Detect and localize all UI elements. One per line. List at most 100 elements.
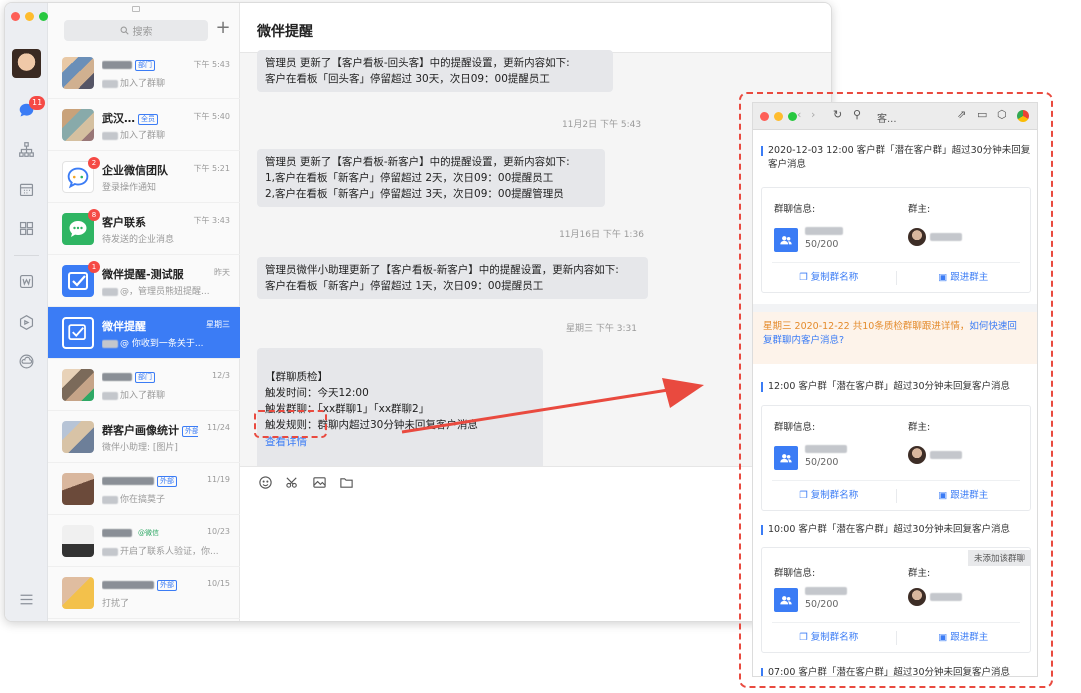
unread-badge: 2 — [88, 157, 100, 169]
chat-avatar — [62, 577, 94, 609]
card-actions: ❐ 复制群名称 ▣ 跟进群主 — [762, 268, 1030, 288]
chat-list-item[interactable]: 外部 你在搞莫子 11/19 — [48, 463, 240, 515]
link-icon[interactable]: ⚲ — [853, 108, 861, 121]
chat-list-item[interactable]: 2 企业微信团队 登录操作通知 下午 5:21 — [48, 151, 240, 203]
search-placeholder: 搜索 — [132, 27, 153, 38]
chat-name: 部门 — [102, 58, 198, 71]
close-window-button[interactable] — [11, 12, 20, 21]
cloud-drive-icon[interactable] — [16, 351, 37, 372]
chat-name-text: 客户联系 — [102, 216, 146, 229]
unread-badge: 1 — [88, 261, 100, 273]
redacted-sender — [102, 339, 118, 348]
chat-preview-text: 开启了联系人验证，你... — [120, 547, 219, 557]
copy-group-name-button[interactable]: ❐ 复制群名称 — [762, 268, 896, 288]
chat-preview: 待发送的企业消息 — [102, 232, 230, 245]
chat-preview-text: 加入了群聊 — [120, 391, 166, 401]
not-joined-badge: 未添加该群聊 — [967, 550, 1031, 566]
chat-list-item[interactable]: 武汉… 全员 加入了群聊 下午 5:40 — [48, 99, 240, 151]
card-divider — [772, 622, 1020, 623]
webview-window-controls — [760, 112, 797, 121]
copy-label: 复制群名称 — [810, 632, 859, 643]
emoji-icon[interactable] — [258, 475, 273, 490]
minimize-window-button[interactable] — [25, 12, 34, 21]
chat-time: 10/15 — [206, 579, 230, 588]
chat-time: 10/23 — [206, 527, 230, 536]
chat-preview-text: 待发送的企业消息 — [102, 235, 175, 245]
chat-name-text: 企业微信团队 — [102, 164, 168, 177]
chat-preview-text: @，管理员熊妞提醒... — [120, 287, 210, 297]
chat-list-item[interactable]: 部门 加入了群聊 12/3 — [48, 359, 240, 411]
redacted-name — [102, 373, 132, 381]
doc-w-icon[interactable] — [16, 271, 37, 292]
redacted-name — [102, 477, 154, 485]
follow-owner-button[interactable]: ▣ 跟进群主 — [897, 628, 1031, 648]
chat-name: 武汉… 全员 — [102, 110, 198, 126]
chat-preview-text: 加入了群聊 — [120, 79, 166, 89]
group-name-redacted — [805, 445, 847, 453]
follow-owner-button[interactable]: ▣ 跟进群主 — [897, 486, 1031, 506]
image-icon[interactable] — [312, 475, 327, 490]
redacted-sender — [102, 287, 118, 296]
owner-avatar — [908, 588, 926, 606]
zoom-window-button[interactable] — [39, 12, 48, 21]
chat-time: 12/3 — [212, 371, 230, 380]
owner-label: 群主: — [908, 568, 931, 579]
comment-icon[interactable]: ▭ — [977, 108, 987, 121]
add-button[interactable]: + — [214, 17, 232, 39]
chat-name: @微信 — [102, 526, 198, 539]
redacted-name — [102, 529, 132, 537]
chat-preview: 你在搞莫子 — [102, 492, 230, 505]
redacted-sender — [102, 547, 118, 556]
minimize-window-button[interactable] — [774, 112, 783, 121]
cube-icon[interactable]: ⬡ — [997, 108, 1007, 121]
chat-preview: 登录操作通知 — [102, 180, 230, 193]
close-window-button[interactable] — [760, 112, 769, 121]
message-bubble: 管理员 更新了【客户看板-新客户】中的提醒设置，更新内容如下: 1,客户在看板「… — [257, 149, 605, 207]
group-info-label: 群聊信息: — [774, 204, 816, 215]
folder-icon[interactable] — [339, 475, 354, 490]
alert-text: 12:00 客户群「潜在客户群」超过30分钟未回复客户消息 — [761, 380, 1031, 394]
chat-preview: 加入了群聊 — [102, 128, 230, 141]
calendar-icon[interactable] — [16, 179, 37, 200]
chat-preview: @ 你收到一条关于... — [102, 336, 230, 349]
chat-list-item[interactable]: 外部 打扰了 10/15 — [48, 567, 240, 619]
back-icon[interactable]: ‹ — [797, 108, 801, 121]
group-name-redacted — [805, 587, 847, 595]
group-info-label: 群聊信息: — [774, 422, 816, 433]
notice-text: 星期三 2020-12-22 共10条质检群聊跟进详情，如何快速回复群聊内客户消… — [763, 320, 1025, 348]
card-actions: ❐ 复制群名称 ▣ 跟进群主 — [762, 628, 1030, 648]
forward-icon[interactable]: › — [811, 108, 815, 121]
chat-list-item[interactable]: 部门 加入了群聊 下午 5:43 — [48, 47, 240, 99]
alert-text: 10:00 客户群「潜在客户群」超过30分钟未回复客户消息 — [761, 523, 1031, 537]
chat-list-item[interactable]: @微信开启了联系人验证，你... 10/23 — [48, 515, 240, 567]
refresh-icon[interactable]: ↻ — [833, 108, 842, 121]
checkbox-icon — [68, 324, 86, 340]
chat-list-item[interactable]: 群客户画像统计 外部 微伴小助理: [图片] 11/24 — [48, 411, 240, 463]
chat-list-item[interactable]: 微伴提醒 @ 你收到一条关于... 星期三 — [48, 307, 240, 359]
chat-time: 昨天 — [214, 268, 230, 277]
menu-icon[interactable] — [16, 589, 37, 610]
chat-list-item[interactable]: 1 微伴提醒-测试服 @，管理员熊妞提醒... 昨天 — [48, 255, 240, 307]
hexagon-icon[interactable] — [16, 312, 37, 333]
details-highlight — [254, 410, 327, 438]
search-input[interactable]: 搜索 — [64, 20, 208, 41]
chat-preview-text: 你在搞莫子 — [120, 495, 166, 505]
workbench-grid-icon[interactable] — [16, 218, 37, 239]
scissors-icon[interactable] — [285, 475, 300, 490]
org-chart-icon[interactable] — [16, 139, 37, 160]
chat-list-item[interactable]: 8 客户联系 待发送的企业消息 下午 3:43 — [48, 203, 240, 255]
share-icon[interactable]: ⇗ — [957, 108, 966, 121]
alert-card: 2020-12-03 12:00 客户群「潜在客户群」超过30分钟未回复客户消息… — [753, 130, 1037, 304]
user-avatar[interactable] — [12, 49, 41, 78]
nav-rail: 11 — [5, 3, 48, 621]
browser-icon[interactable] — [1017, 110, 1029, 122]
chat-time: 11/24 — [206, 423, 230, 432]
search-icon — [120, 26, 129, 35]
conversation-header: 微伴提醒 — [240, 3, 831, 53]
group-card: 未添加该群聊 群聊信息: 群主: 50/200 ❐ 复制群名称 ▣ 跟进群主 — [761, 547, 1031, 653]
copy-group-name-button[interactable]: ❐ 复制群名称 — [762, 628, 896, 648]
copy-group-name-button[interactable]: ❐ 复制群名称 — [762, 486, 896, 506]
zoom-window-button[interactable] — [788, 112, 797, 121]
chat-tag: 部门 — [135, 59, 155, 71]
follow-owner-button[interactable]: ▣ 跟进群主 — [897, 268, 1031, 288]
